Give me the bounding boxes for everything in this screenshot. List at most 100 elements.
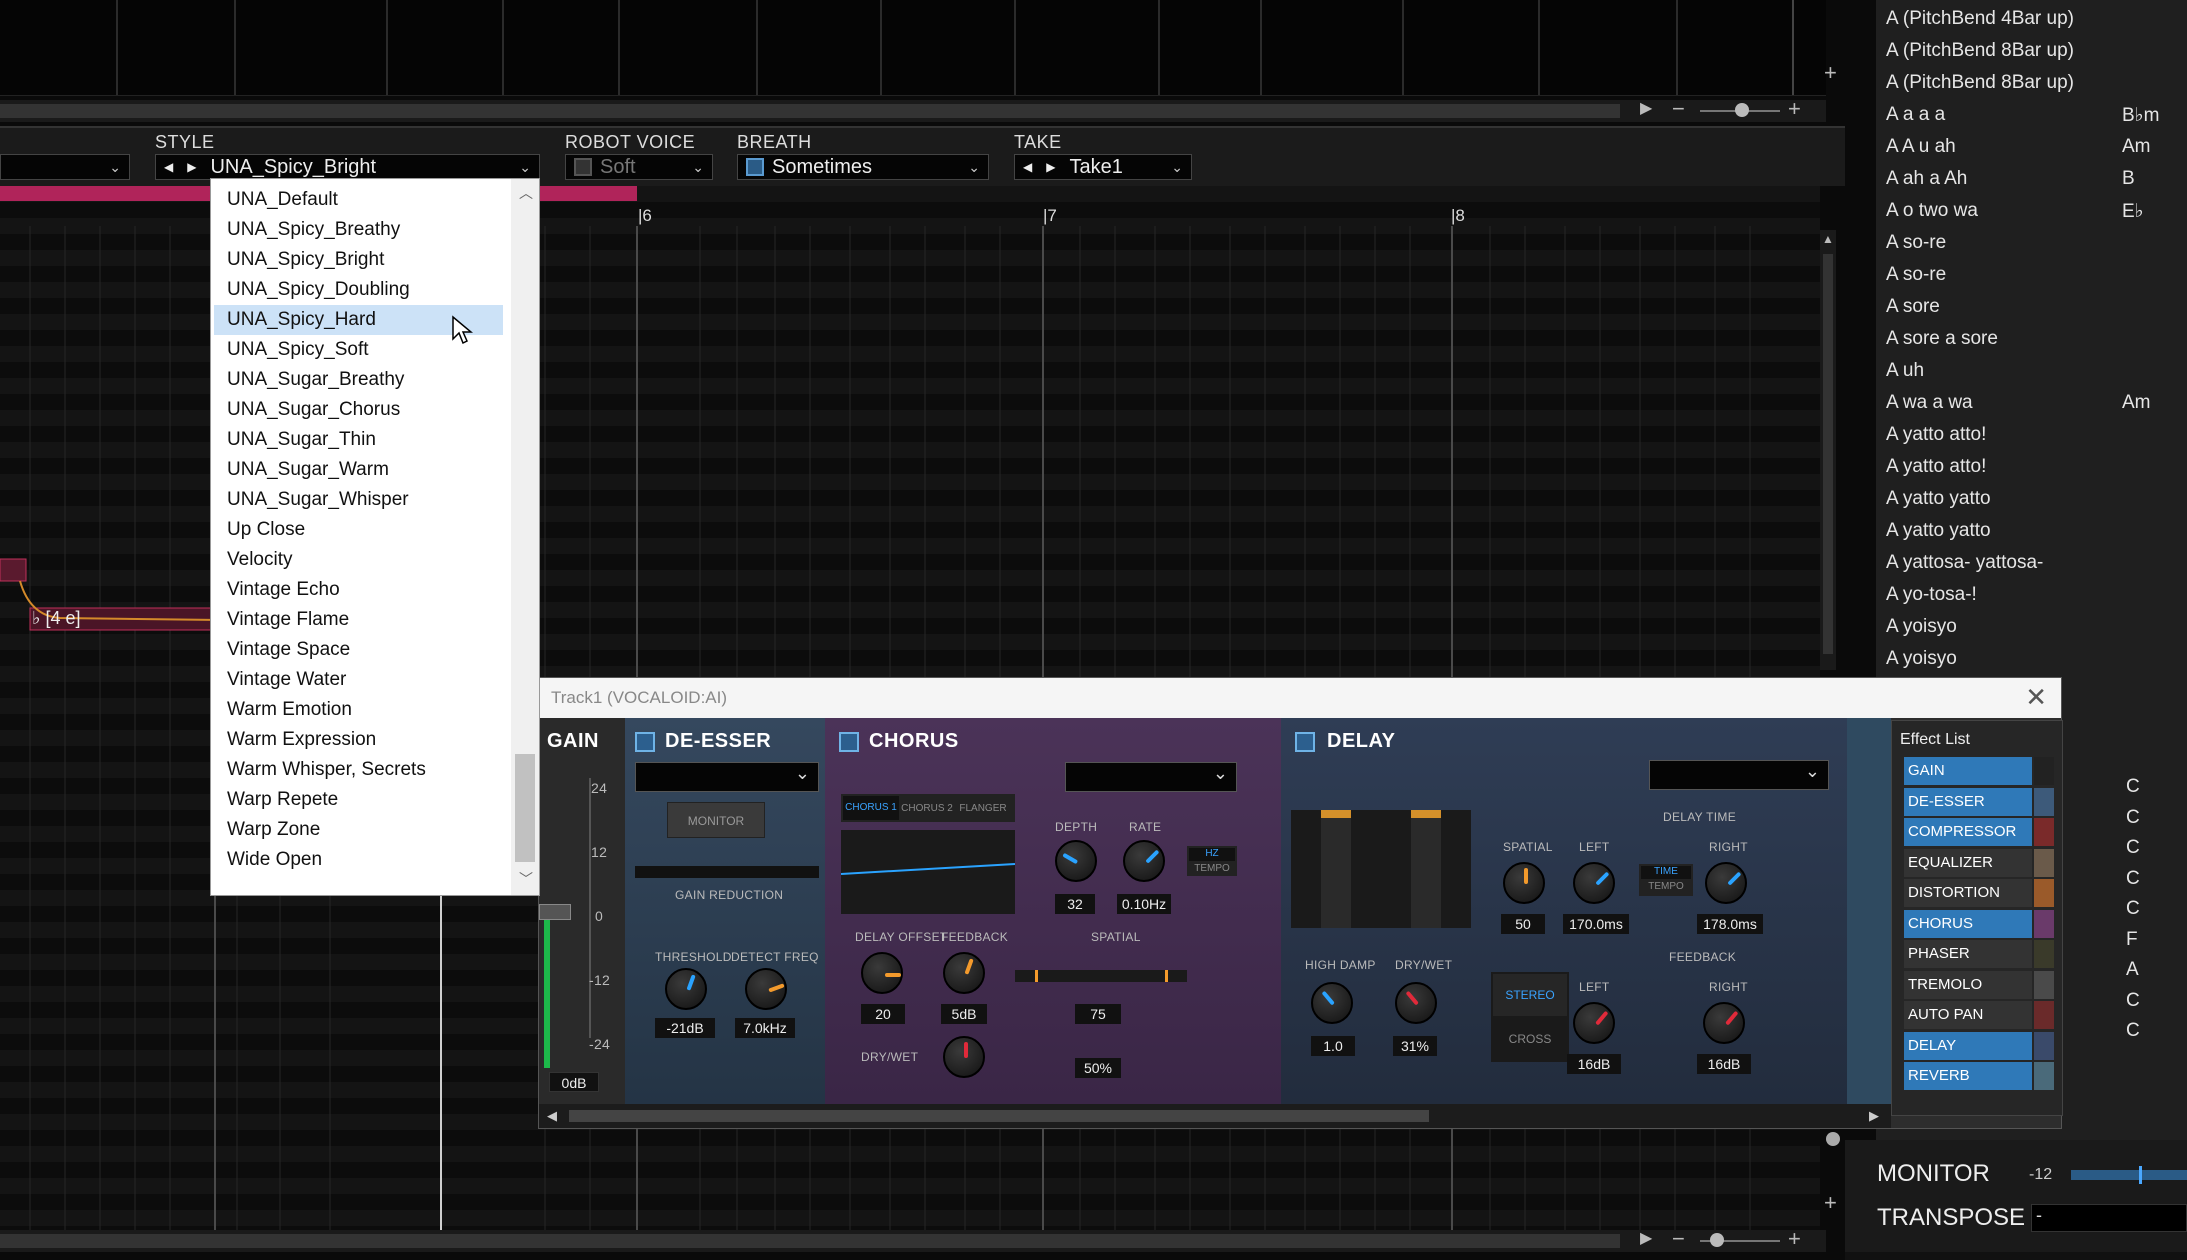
de-esser-enable-checkbox[interactable] bbox=[635, 732, 655, 752]
phrase-item[interactable]: A a a a bbox=[1886, 104, 1945, 126]
style-option[interactable]: UNA_Spicy_Breathy bbox=[214, 215, 503, 245]
de-esser-preset-select[interactable] bbox=[635, 762, 819, 792]
effect-item-auto-pan[interactable]: AUTO PAN bbox=[1904, 1001, 2032, 1029]
delay-right-knob[interactable] bbox=[1705, 862, 1747, 904]
top-timeline-area[interactable] bbox=[0, 0, 1826, 96]
transpose-input[interactable]: - bbox=[2031, 1204, 2187, 1232]
fb-right-knob[interactable] bbox=[1703, 1002, 1745, 1044]
delay-spatial-knob[interactable] bbox=[1503, 862, 1545, 904]
phrase-item[interactable]: A so-re bbox=[1886, 264, 1946, 286]
dropdown-scrollbar[interactable]: ︿ ﹀ bbox=[511, 179, 539, 895]
chorus-drywet-knob[interactable] bbox=[943, 1036, 985, 1078]
fb-right-value[interactable]: 16dB bbox=[1697, 1054, 1751, 1074]
phrase-item[interactable]: A yatto atto! bbox=[1886, 456, 1986, 478]
effect-item-delay[interactable]: DELAY bbox=[1904, 1031, 2032, 1060]
note-lyric[interactable]: ♭ [4 e] bbox=[32, 608, 81, 629]
plugin-scroll-right-icon[interactable]: ▶ bbox=[1869, 1108, 1879, 1124]
style-option[interactable]: Up Close bbox=[214, 515, 503, 545]
style-option[interactable]: UNA_Sugar_Warm bbox=[214, 455, 503, 485]
v-zoom-handle[interactable] bbox=[1826, 1132, 1840, 1146]
delay-left-value[interactable]: 170.0ms bbox=[1563, 914, 1629, 934]
phrase-item[interactable]: A (PitchBend 8Bar up) bbox=[1886, 40, 2074, 62]
detect-freq-value[interactable]: 7.0kHz bbox=[735, 1018, 795, 1038]
feedback-knob[interactable] bbox=[943, 952, 985, 994]
style-option[interactable]: Warp Zone bbox=[214, 815, 503, 845]
add-lower-icon[interactable]: + bbox=[1824, 1190, 1837, 1216]
delay-left-knob[interactable] bbox=[1573, 862, 1615, 904]
breath-select[interactable]: Sometimes ⌄ bbox=[737, 154, 989, 180]
delay-spatial-value[interactable]: 50 bbox=[1501, 914, 1545, 934]
bottom-scroll-right-icon[interactable]: ▶ bbox=[1640, 1228, 1652, 1248]
left-dropdown[interactable]: ⌄ bbox=[0, 154, 130, 180]
effect-item-gain[interactable]: GAIN bbox=[1904, 757, 2032, 785]
chorus-preset-select[interactable] bbox=[1065, 762, 1237, 792]
style-option[interactable]: UNA_Default bbox=[214, 185, 503, 215]
phrase-item[interactable]: A yoisyo bbox=[1886, 616, 1957, 638]
style-option[interactable]: Vintage Echo bbox=[214, 575, 503, 605]
robot-voice-select[interactable]: Soft ⌄ bbox=[565, 154, 713, 180]
phrase-item[interactable]: A yo-tosa-! bbox=[1886, 584, 1977, 606]
next-take-icon[interactable]: ▶ bbox=[1046, 160, 1055, 174]
style-option[interactable]: UNA_Spicy_Doubling bbox=[214, 275, 503, 305]
effect-item-equalizer[interactable]: EQUALIZER bbox=[1904, 848, 2032, 877]
phrase-item[interactable]: A sore a sore bbox=[1886, 328, 1998, 350]
style-option[interactable]: UNA_Sugar_Thin bbox=[214, 425, 503, 455]
style-option[interactable]: Warm Expression bbox=[214, 725, 503, 755]
style-dropdown-list[interactable]: UNA_Default UNA_Spicy_Breathy UNA_Spicy_Br… bbox=[210, 178, 540, 896]
scroll-thumb[interactable] bbox=[0, 104, 1620, 118]
style-select[interactable]: ◀ ▶ UNA_Spicy_Bright ⌄ bbox=[155, 154, 540, 180]
style-option[interactable]: Velocity bbox=[214, 545, 503, 575]
v-scroll-thumb[interactable] bbox=[1823, 254, 1833, 654]
high-damp-value[interactable]: 1.0 bbox=[1311, 1036, 1355, 1056]
top-horizontal-scrollbar[interactable]: ▶ − + bbox=[0, 96, 1826, 122]
phrase-item[interactable]: A wa a wa bbox=[1886, 392, 1973, 414]
depth-value[interactable]: 32 bbox=[1055, 894, 1095, 914]
bottom-horizontal-scrollbar[interactable]: ▶ − + bbox=[0, 1226, 1826, 1252]
bottom-zoom-slider-handle[interactable] bbox=[1710, 1233, 1724, 1247]
style-option[interactable]: UNA_Spicy_Bright bbox=[214, 245, 503, 275]
style-option[interactable]: Vintage Space bbox=[214, 635, 503, 665]
tab-flanger[interactable]: FLANGER bbox=[955, 803, 1011, 814]
hz-tempo-toggle[interactable]: HZ TEMPO bbox=[1187, 846, 1237, 876]
effect-item-reverb[interactable]: REVERB bbox=[1904, 1062, 2032, 1090]
phrase-item[interactable]: A ah a Ah bbox=[1886, 168, 1967, 190]
depth-knob[interactable] bbox=[1055, 840, 1097, 882]
threshold-knob[interactable] bbox=[665, 968, 707, 1010]
monitor-button[interactable]: MONITOR bbox=[667, 802, 765, 838]
phrase-item[interactable]: A A u ah bbox=[1886, 136, 1956, 158]
stereo-option[interactable]: STEREO bbox=[1493, 974, 1567, 1016]
delay-enable-checkbox[interactable] bbox=[1295, 732, 1315, 752]
style-option[interactable]: Warm Emotion bbox=[214, 695, 503, 725]
prev-style-icon[interactable]: ◀ bbox=[164, 160, 173, 174]
phrase-item[interactable]: A (PitchBend 8Bar up) bbox=[1886, 72, 2074, 94]
plugin-scroll-left-icon[interactable]: ◀ bbox=[547, 1108, 557, 1124]
detect-freq-knob[interactable] bbox=[745, 968, 787, 1010]
effect-item-chorus[interactable]: CHORUS bbox=[1904, 909, 2032, 938]
chorus-enable-checkbox[interactable] bbox=[839, 732, 859, 752]
phrase-item[interactable]: A so-re bbox=[1886, 232, 1946, 254]
rate-knob[interactable] bbox=[1123, 840, 1165, 882]
zoom-in-button[interactable]: + bbox=[1788, 96, 1801, 122]
style-option[interactable]: Vintage Flame bbox=[214, 605, 503, 635]
prev-take-icon[interactable]: ◀ bbox=[1023, 160, 1032, 174]
chorus-drywet-value[interactable]: 50% bbox=[1075, 1058, 1121, 1078]
fb-left-knob[interactable] bbox=[1573, 1002, 1615, 1044]
dropdown-scroll-up-icon[interactable]: ︿ bbox=[519, 183, 533, 203]
tempo-option[interactable]: TEMPO bbox=[1187, 863, 1237, 874]
effect-item-phaser[interactable]: PHASER bbox=[1904, 940, 2032, 968]
spatial-slider[interactable] bbox=[1015, 970, 1187, 982]
phrase-item[interactable]: A yatto atto! bbox=[1886, 424, 1986, 446]
scroll-up-icon[interactable]: ▲ bbox=[1822, 232, 1834, 246]
cross-option[interactable]: CROSS bbox=[1491, 1018, 1569, 1060]
monitor-slider[interactable] bbox=[2071, 1166, 2187, 1184]
phrase-item[interactable]: A o two wa bbox=[1886, 200, 1978, 222]
time-tempo-toggle[interactable]: TIME TEMPO bbox=[1639, 864, 1693, 896]
feedback-value[interactable]: 5dB bbox=[941, 1004, 987, 1024]
phrase-item[interactable]: A uh bbox=[1886, 360, 1924, 382]
close-icon[interactable]: ✕ bbox=[2025, 682, 2047, 713]
bottom-zoom-out-button[interactable]: − bbox=[1672, 1226, 1685, 1252]
next-style-icon[interactable]: ▶ bbox=[187, 160, 196, 174]
delay-offset-value[interactable]: 20 bbox=[861, 1004, 905, 1024]
effect-item-compressor[interactable]: COMPRESSOR bbox=[1904, 818, 2032, 846]
robot-voice-checkbox[interactable] bbox=[574, 158, 592, 176]
